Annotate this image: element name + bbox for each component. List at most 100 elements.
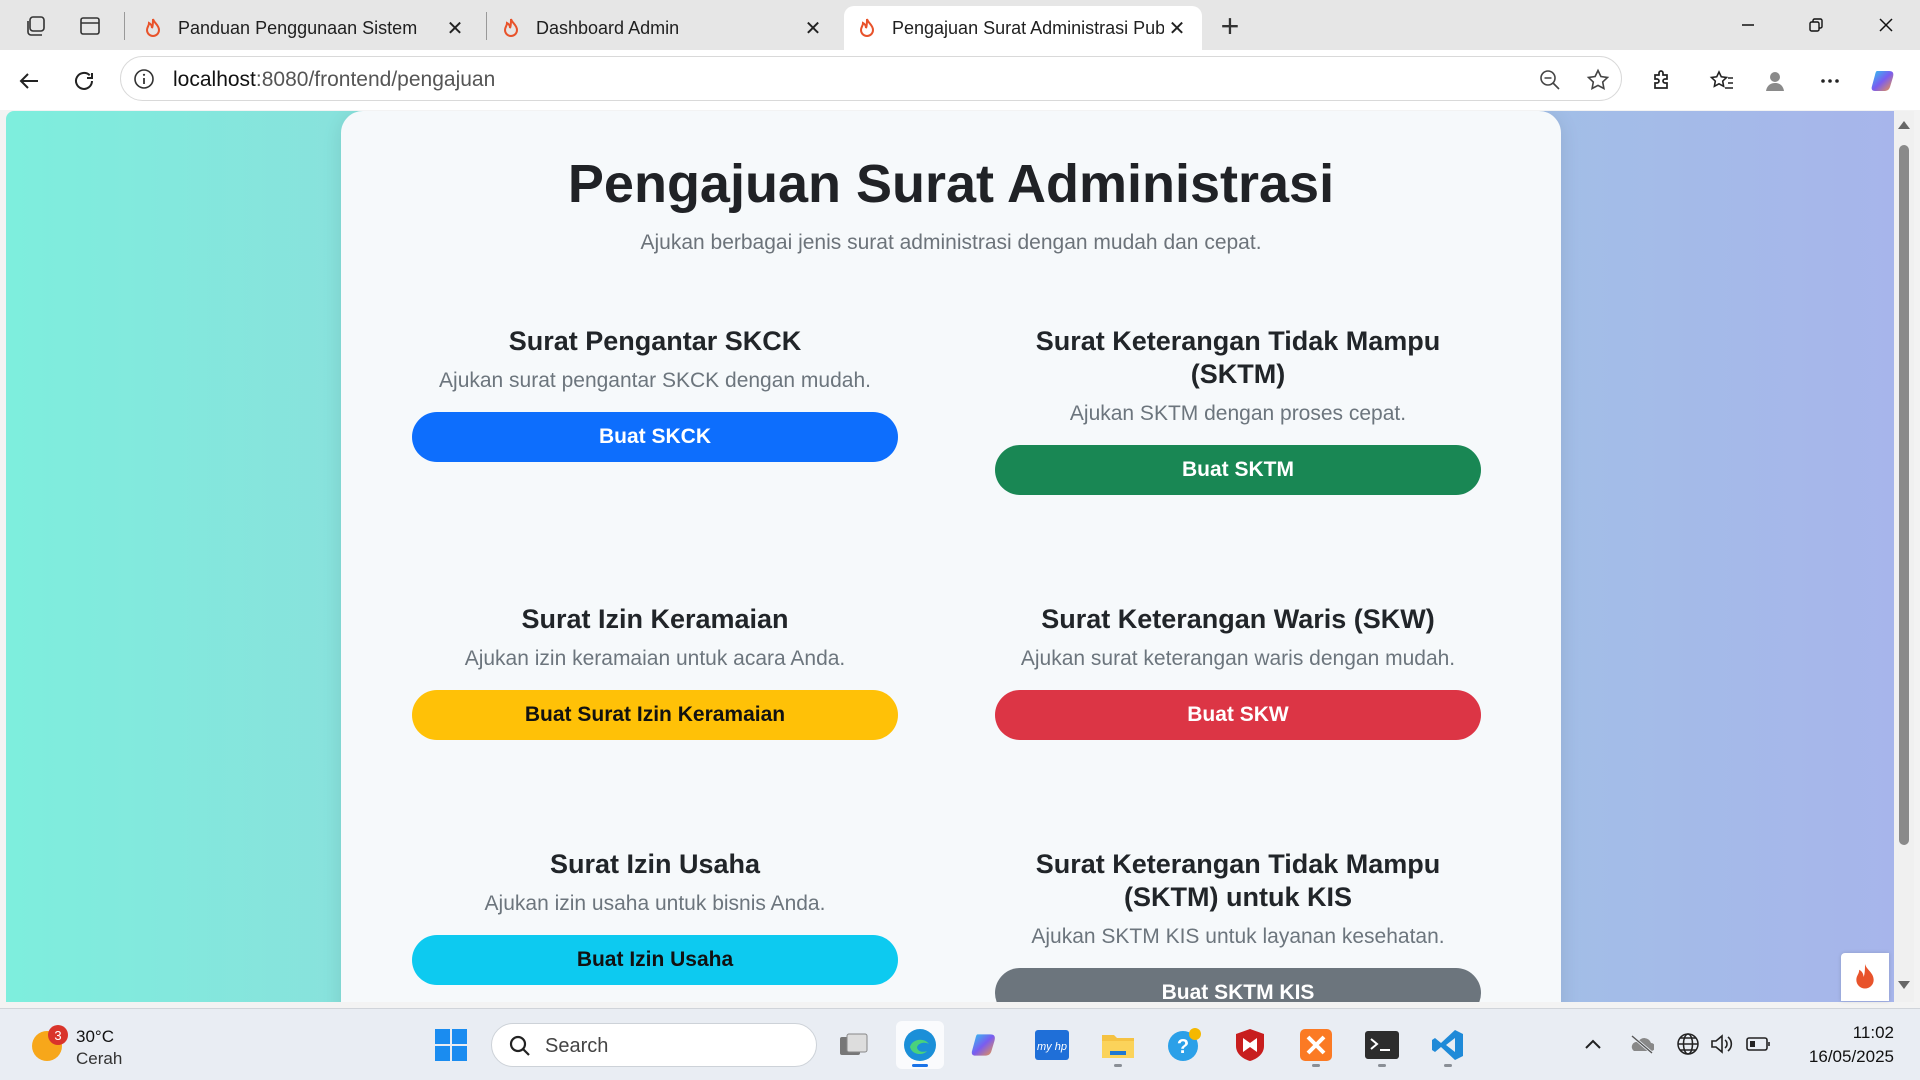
clock-date: 16/05/2025	[1808, 1047, 1894, 1066]
service-card-izin-usaha: Surat Izin Usaha Ajukan izin usaha untuk…	[390, 848, 920, 985]
tab-title: Panduan Penggunaan Sistem	[178, 17, 418, 38]
clock[interactable]: 11:02 16/05/2025	[1784, 1021, 1894, 1069]
myhp-icon[interactable]: my hp	[1028, 1021, 1076, 1069]
weather-widget[interactable]: 3 30°C Cerah	[28, 1021, 168, 1069]
edge-taskbar-icon[interactable]	[896, 1021, 944, 1069]
service-description: Ajukan surat pengantar SKCK dengan mudah…	[439, 369, 871, 392]
codeigniter-toolbar-icon[interactable]	[1841, 953, 1889, 1001]
service-card-sktm-kis: Surat Keterangan Tidak Mampu (SKTM) untu…	[973, 848, 1503, 1002]
service-description: Ajukan SKTM dengan proses cepat.	[1069, 402, 1407, 425]
running-indicator	[1444, 1064, 1452, 1067]
buat-izin-usaha-button[interactable]: Buat Izin Usaha	[412, 935, 898, 985]
service-title: Surat Izin Usaha	[549, 849, 761, 879]
service-title: Surat Pengantar SKCK	[508, 326, 802, 356]
service-title: Surat Izin Keramaian	[521, 604, 789, 634]
svg-text:my hp: my hp	[1037, 1041, 1067, 1053]
flame-favicon-icon	[142, 17, 164, 39]
url-host: localhost	[173, 68, 256, 91]
restore-button[interactable]	[1788, 6, 1844, 44]
search-label: Search	[545, 1035, 609, 1057]
tab-separator	[124, 12, 125, 40]
zoom-out-icon[interactable]	[1536, 66, 1564, 94]
page-viewport: Pengajuan Surat Administrasi Ajukan berb…	[6, 111, 1894, 1002]
show-hidden-icons[interactable]	[1580, 1031, 1606, 1057]
task-view-icon[interactable]	[830, 1021, 878, 1069]
service-description: Ajukan izin usaha untuk bisnis Anda.	[484, 892, 826, 915]
tab-close-icon[interactable]: ✕	[800, 15, 826, 41]
buat-skw-button[interactable]: Buat SKW	[995, 690, 1481, 740]
address-bar[interactable]: localhost:8080/frontend/pengajuan	[120, 56, 1622, 101]
buat-sktm-button[interactable]: Buat SKTM	[995, 445, 1481, 495]
start-button[interactable]	[427, 1021, 475, 1069]
service-card-skck: Surat Pengantar SKCK Ajukan surat pengan…	[390, 325, 920, 462]
scrollbar-thumb[interactable]	[1899, 145, 1909, 845]
service-title: Surat Keterangan Tidak Mampu (SKTM)	[1035, 326, 1441, 389]
tab-actions-icon[interactable]	[74, 10, 106, 42]
search-icon	[509, 1035, 530, 1056]
favorites-icon[interactable]	[1705, 64, 1739, 98]
service-card-skw: Surat Keterangan Waris (SKW) Ajukan sura…	[973, 603, 1503, 740]
notification-badge: 3	[48, 1025, 68, 1045]
clock-time: 11:02	[1852, 1023, 1894, 1042]
xampp-icon[interactable]	[1292, 1021, 1340, 1069]
minimize-button[interactable]	[1720, 6, 1776, 44]
scroll-down-icon[interactable]	[1898, 981, 1910, 989]
back-icon[interactable]	[12, 64, 46, 98]
service-title: Surat Keterangan Waris (SKW)	[1041, 604, 1435, 634]
new-tab-button[interactable]: +	[1212, 8, 1248, 44]
tab-pengajuan[interactable]: Pengajuan Surat Administrasi Pub ✕	[844, 6, 1202, 50]
taskbar-search[interactable]: Search	[491, 1023, 817, 1067]
tab-dashboard[interactable]: Dashboard Admin ✕	[488, 6, 838, 50]
buat-sktm-kis-button[interactable]: Buat SKTM KIS	[995, 968, 1481, 1002]
copilot-taskbar-icon[interactable]	[962, 1021, 1010, 1069]
tab-title: Pengajuan Surat Administrasi Pub	[892, 17, 1164, 38]
flame-favicon-icon	[856, 17, 878, 39]
vscode-icon[interactable]	[1424, 1021, 1472, 1069]
weather-temp: 30°C	[76, 1027, 114, 1046]
page-title: Pengajuan Surat Administrasi	[567, 154, 1335, 214]
weather-condition: Cerah	[76, 1049, 123, 1068]
favorite-star-icon[interactable]	[1584, 66, 1612, 94]
service-description: Ajukan surat keterangan waris dengan mud…	[1020, 647, 1456, 670]
mcafee-icon[interactable]	[1226, 1021, 1274, 1069]
windows-taskbar: 3 30°C Cerah Search my hp ? 11:02 16/05/…	[0, 1008, 1920, 1080]
service-card-sktm: Surat Keterangan Tidak Mampu (SKTM) Ajuk…	[973, 325, 1503, 495]
page-subtitle: Ajukan berbagai jenis surat administrasi…	[640, 231, 1262, 254]
service-description: Ajukan izin keramaian untuk acara Anda.	[464, 647, 846, 670]
svg-text:?: ?	[1177, 1036, 1189, 1058]
network-globe-icon[interactable]	[1675, 1031, 1701, 1057]
active-indicator	[912, 1064, 928, 1067]
scroll-up-icon[interactable]	[1898, 121, 1910, 129]
help-icon[interactable]: ?	[1160, 1021, 1208, 1069]
file-explorer-icon[interactable]	[1094, 1021, 1142, 1069]
tab-separator	[486, 12, 487, 40]
page-scrollbar[interactable]	[1894, 111, 1914, 1002]
buat-skck-button[interactable]: Buat SKCK	[412, 412, 898, 462]
service-title: Surat Keterangan Tidak Mampu (SKTM) untu…	[1035, 849, 1441, 912]
site-info-icon[interactable]	[133, 68, 155, 90]
volume-icon[interactable]	[1710, 1031, 1736, 1057]
tab-close-icon[interactable]: ✕	[442, 15, 468, 41]
battery-icon[interactable]	[1746, 1031, 1772, 1057]
profile-avatar-icon[interactable]	[1758, 64, 1792, 98]
copilot-icon[interactable]	[1868, 64, 1902, 98]
main-card: Pengajuan Surat Administrasi Ajukan berb…	[341, 111, 1561, 1002]
buat-izin-keramaian-button[interactable]: Buat Surat Izin Keramaian	[412, 690, 898, 740]
running-indicator	[1312, 1064, 1320, 1067]
extensions-icon[interactable]	[1645, 64, 1679, 98]
workspaces-icon[interactable]	[20, 10, 52, 42]
flame-favicon-icon	[500, 17, 522, 39]
onedrive-icon[interactable]	[1628, 1031, 1654, 1057]
refresh-icon[interactable]	[67, 64, 101, 98]
url-path: :8080/frontend/pengajuan	[255, 68, 496, 91]
tab-panduan[interactable]: Panduan Penggunaan Sistem ✕	[130, 6, 480, 50]
running-indicator	[1114, 1064, 1122, 1067]
more-menu-icon[interactable]	[1813, 64, 1847, 98]
tab-title: Dashboard Admin	[536, 17, 680, 38]
tab-close-icon[interactable]: ✕	[1164, 15, 1190, 41]
url-text[interactable]: localhost:8080/frontend/pengajuan	[173, 68, 495, 92]
close-window-button[interactable]	[1858, 6, 1914, 44]
service-description: Ajukan SKTM KIS untuk layanan kesehatan.	[1031, 925, 1445, 948]
service-card-keramaian: Surat Izin Keramaian Ajukan izin keramai…	[390, 603, 920, 740]
terminal-icon[interactable]	[1358, 1021, 1406, 1069]
